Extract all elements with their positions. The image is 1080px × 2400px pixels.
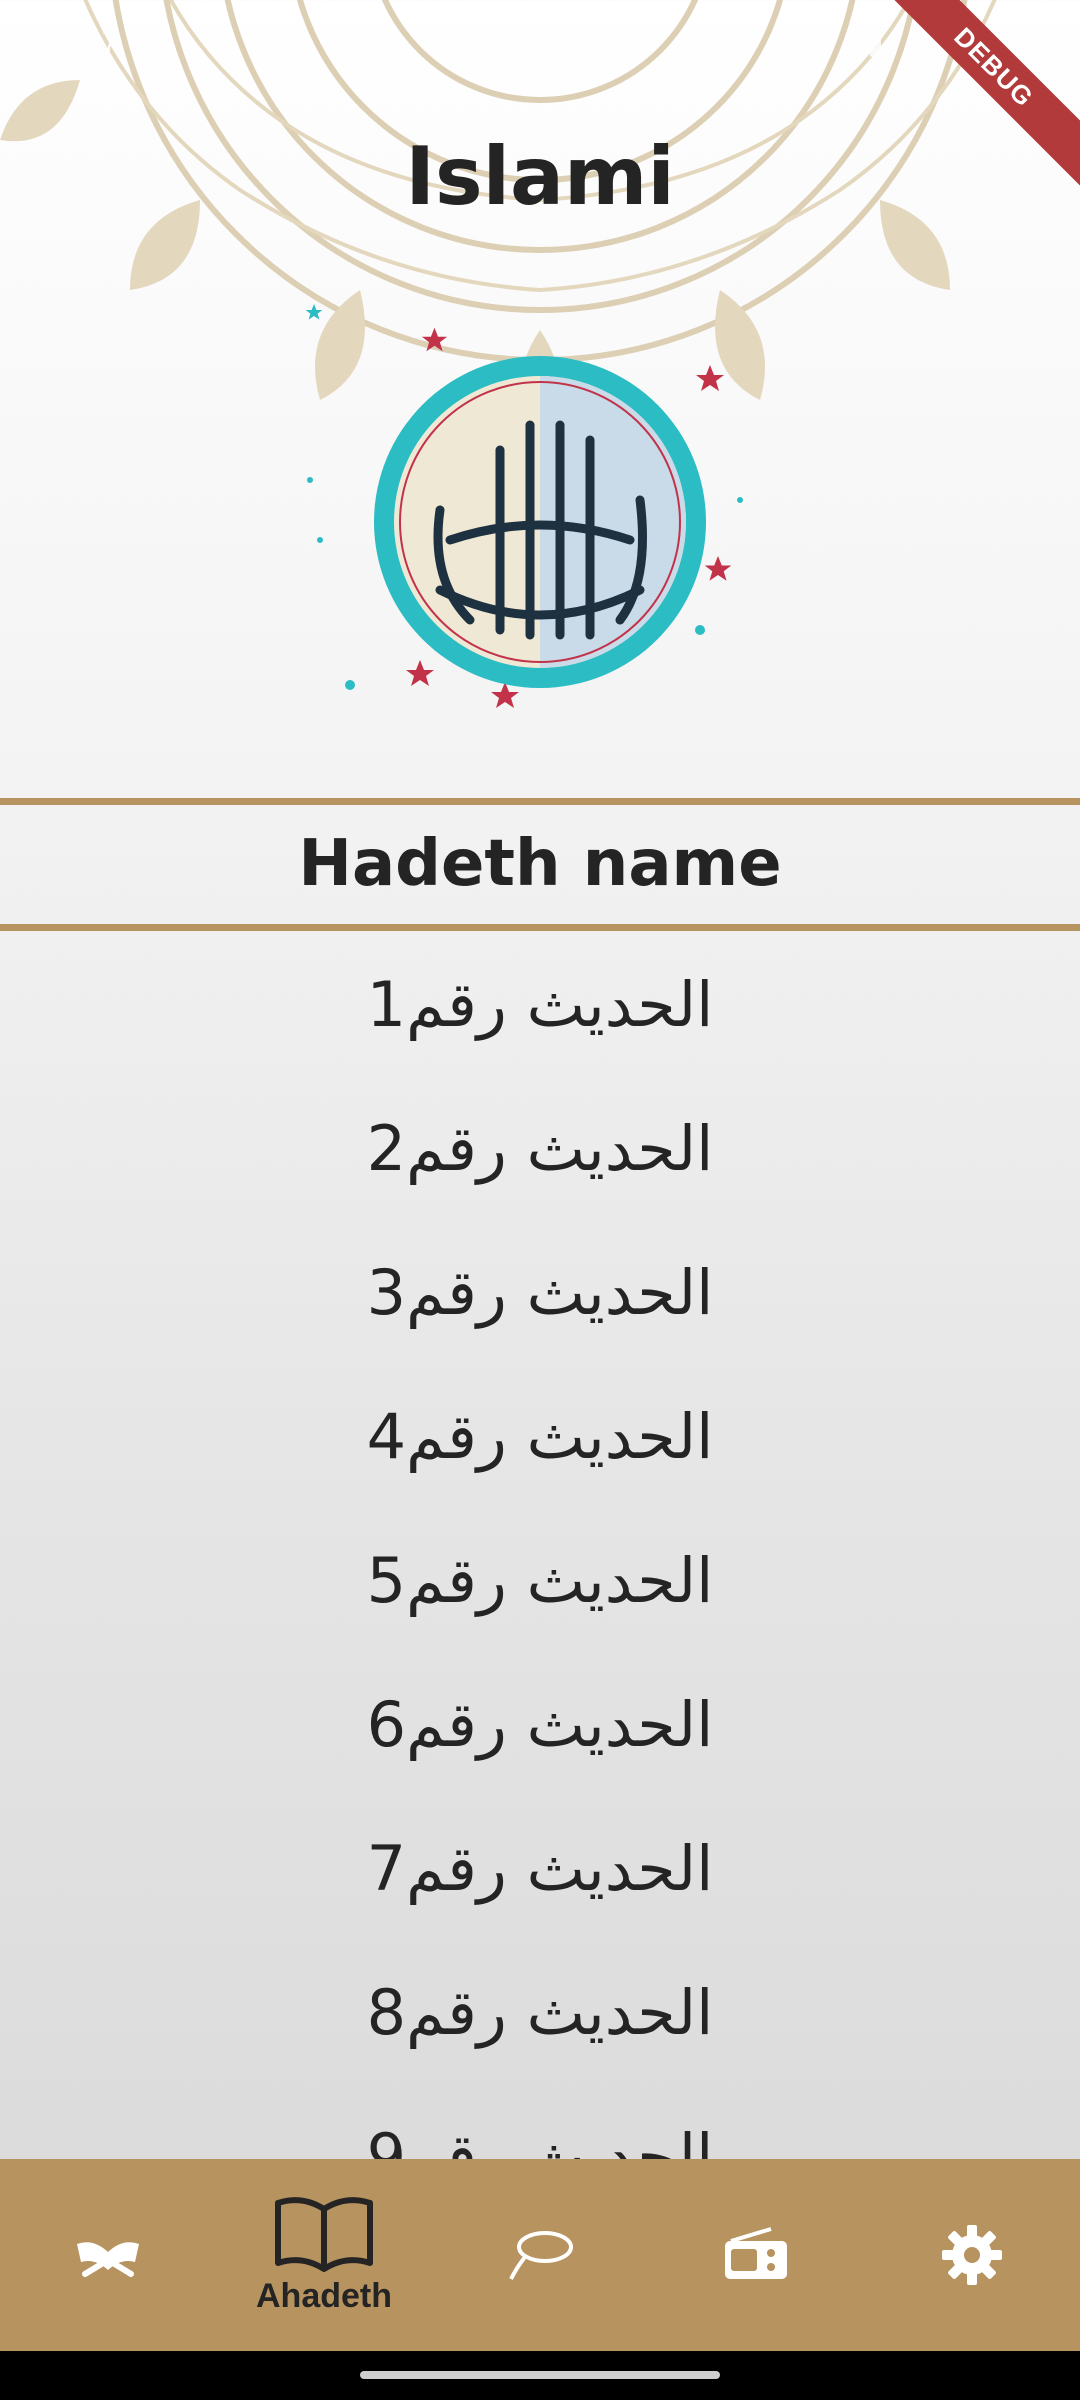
- hadeth-list-item[interactable]: الحديث رقم9: [0, 2085, 1080, 2159]
- hadeth-list-item[interactable]: الحديث رقم7: [0, 1797, 1080, 1941]
- bottom-navigation: Ahadeth: [0, 2159, 1080, 2351]
- hadeth-header-title: Hadeth name: [298, 827, 782, 901]
- nav-label-ahadeth: Ahadeth: [256, 2276, 392, 2315]
- nav-item-settings[interactable]: [864, 2159, 1080, 2351]
- status-time: 5:27: [60, 26, 119, 59]
- signal-icon: ▮▮: [842, 27, 892, 60]
- hadeth-list-item[interactable]: الحديث رقم2: [0, 1077, 1080, 1221]
- gesture-handle[interactable]: [360, 2371, 720, 2379]
- sebha-icon: [509, 2231, 573, 2280]
- nav-item-ahadeth[interactable]: Ahadeth: [216, 2159, 432, 2351]
- system-gesture-bar: [0, 2351, 1080, 2400]
- quran-icon: [77, 2242, 139, 2277]
- hadeth-list[interactable]: الحديث رقم1 الحديث رقم2 الحديث رقم3 الحد…: [0, 931, 1080, 2159]
- basmala-emblem: [305, 304, 743, 708]
- app-title: Islami: [405, 130, 675, 223]
- nav-item-quran[interactable]: [0, 2159, 216, 2351]
- nav-item-radio[interactable]: [648, 2159, 864, 2351]
- book-icon: [275, 2196, 373, 2272]
- radio-icon: [725, 2227, 787, 2279]
- hadeth-list-item[interactable]: الحديث رقم5: [0, 1509, 1080, 1653]
- header-divider-bottom: [0, 924, 1080, 931]
- hadeth-list-item[interactable]: الحديث رقم6: [0, 1653, 1080, 1797]
- hadeth-list-item[interactable]: الحديث رقم1: [0, 933, 1080, 1077]
- wifi-icon: ◠: [792, 27, 827, 60]
- hadeth-list-item[interactable]: الحديث رقم8: [0, 1941, 1080, 2085]
- gear-icon: [942, 2225, 1002, 2285]
- hadeth-list-item[interactable]: الحديث رقم4: [0, 1365, 1080, 1509]
- header-divider-top: [0, 798, 1080, 805]
- nav-item-sebha[interactable]: [432, 2159, 648, 2351]
- hadeth-list-item[interactable]: الحديث رقم3: [0, 1221, 1080, 1365]
